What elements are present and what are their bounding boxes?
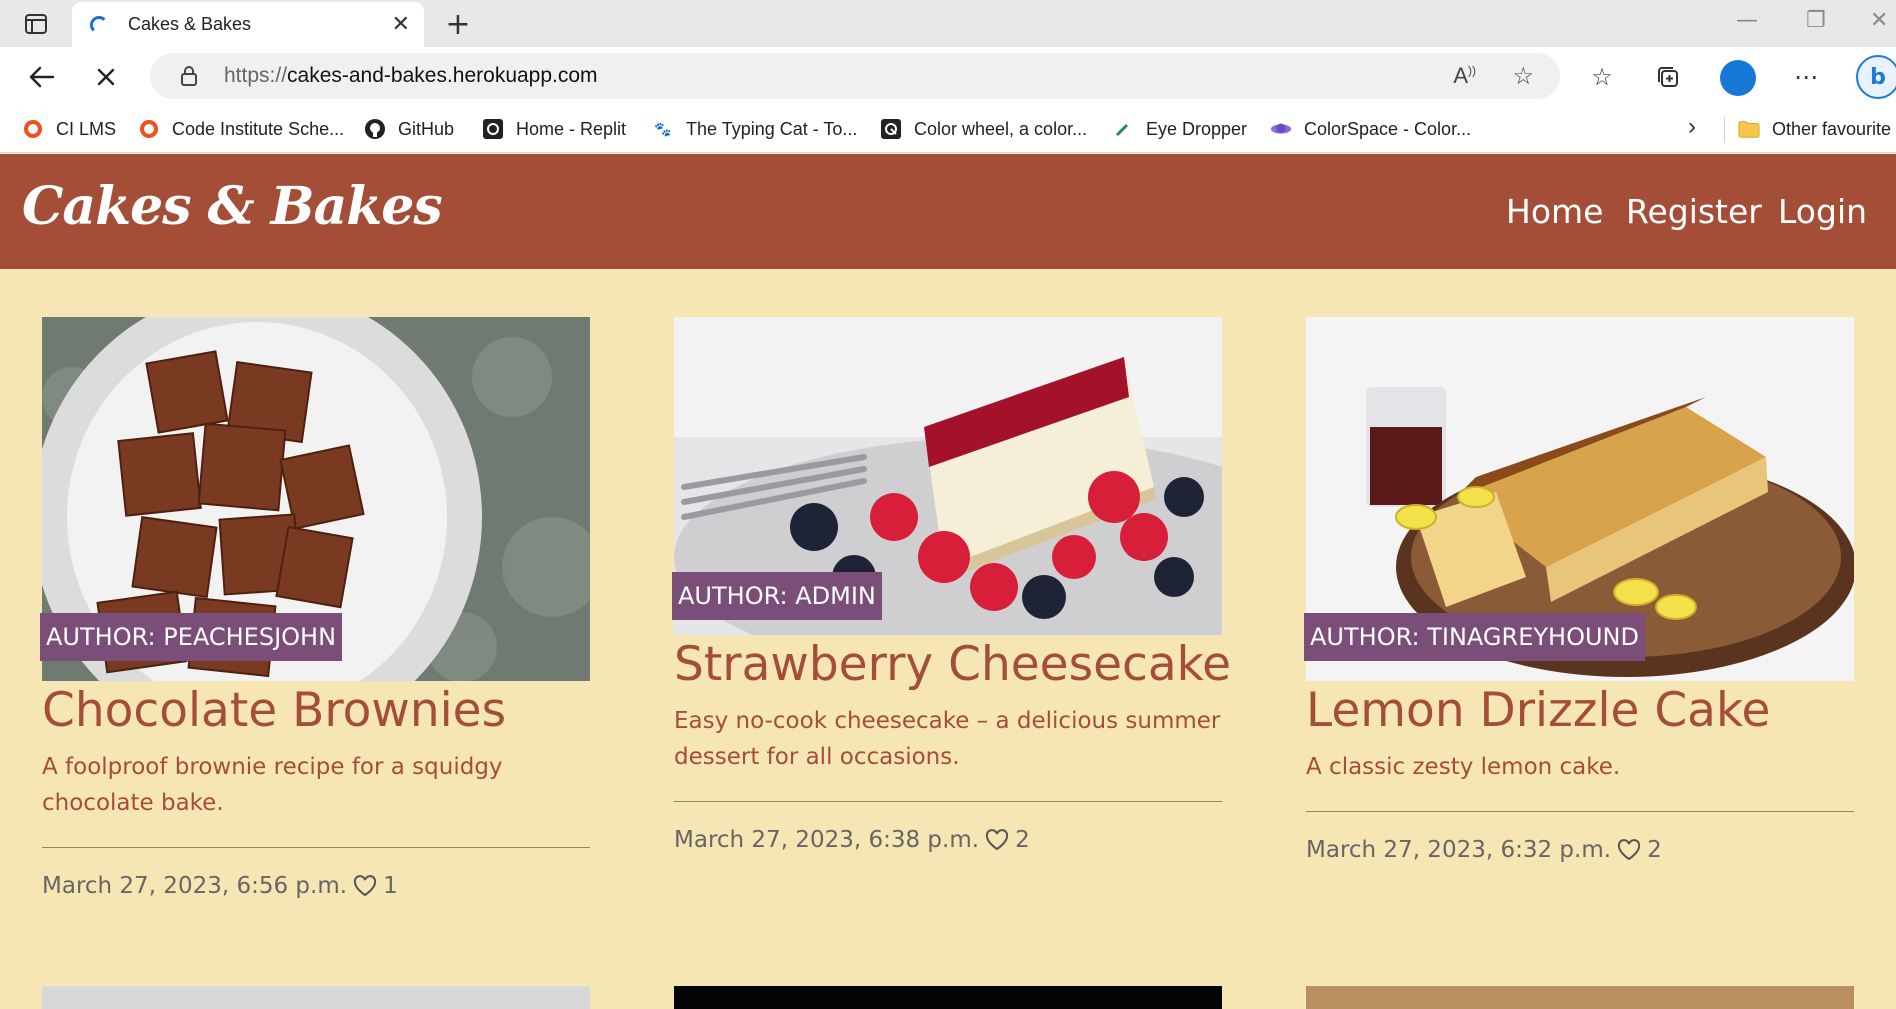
tab-actions-icon[interactable] [10,6,62,42]
folder-icon [1738,118,1760,140]
bookmark-item[interactable]: 🐾 The Typing Cat - To... [652,115,857,143]
replit-icon [482,118,504,140]
nav-link-login[interactable]: Login [1778,192,1867,231]
restore-icon[interactable]: ❐ [1806,8,1826,33]
bookmark-item[interactable]: Home - Replit [482,115,626,143]
tab-title: Cakes & Bakes [128,14,252,34]
minimize-icon[interactable]: — [1736,8,1758,33]
bookmark-item[interactable]: Eye Dropper [1112,115,1247,143]
bookmark-item[interactable]: Code Institute Sche... [138,115,344,143]
bookmarks-bar: CI LMS Code Institute Sche... GitHub Hom… [0,105,1896,153]
post-meta: March 27, 2023, 6:38 p.m. 2 [674,827,1030,853]
github-icon [364,118,386,140]
post-author-badge: AUTHOR: PEACHESJOHN [40,613,343,661]
paw-icon: 🐾 [654,120,672,137]
like-count: 1 [383,873,398,899]
profile-avatar[interactable] [1720,60,1756,96]
ring-icon [22,118,44,140]
card-divider [1306,811,1854,812]
bookmark-item[interactable]: CI LMS [22,115,116,143]
post-excerpt: A foolproof brownie recipe for a squidgy… [42,754,503,816]
post-image-next-row[interactable] [42,986,590,1009]
like-count: 2 [1015,827,1030,853]
lock-icon[interactable] [178,65,200,87]
heart-icon [1617,839,1641,861]
post-author-badge: AUTHOR: ADMIN [672,572,882,620]
heart-icon [353,875,377,897]
back-arrow-icon[interactable] [22,57,62,97]
url-protocol: https:// [224,64,288,87]
post-date: March 27, 2023, 6:32 p.m. [1306,837,1612,863]
post-meta: March 27, 2023, 6:56 p.m. 1 [42,873,398,899]
post-title[interactable]: Lemon Drizzle Cake [1306,683,1770,738]
collections-icon[interactable] [1650,59,1686,95]
bookmark-item[interactable]: GitHub [364,115,454,143]
post-title[interactable]: Chocolate Brownies [42,683,506,738]
bookmarks-overflow-chevron-icon[interactable]: › [1688,113,1696,141]
like-count: 2 [1647,837,1662,863]
ring-icon [138,118,160,140]
stop-loading-icon[interactable] [86,57,126,97]
favourites-icon[interactable]: ☆ [1584,59,1620,95]
nav-link-register[interactable]: Register [1626,192,1762,231]
color-wheel-icon [880,118,902,140]
card-divider [674,801,1222,802]
browser-tab-active[interactable]: Cakes & Bakes ✕ [72,2,424,47]
site-brand[interactable]: Cakes & Bakes [22,176,443,237]
add-favourite-icon[interactable]: ☆ [1512,62,1534,91]
heart-icon [985,829,1009,851]
post-date: March 27, 2023, 6:56 p.m. [42,873,348,899]
window-close-icon[interactable]: ✕ [1870,8,1888,33]
eyedropper-icon [1112,118,1134,140]
post-image-next-row[interactable] [674,986,1222,1009]
url-host: cakes-and-bakes.herokuapp.com [287,64,598,87]
tab-close-icon[interactable]: ✕ [392,12,410,37]
card-divider [42,847,590,848]
post-excerpt: Easy no-cook cheesecake – a delicious su… [674,708,1221,770]
address-bar-row: https://cakes-and-bakes.herokuapp.com A)… [0,47,1896,105]
post-meta: March 27, 2023, 6:32 p.m. 2 [1306,837,1662,863]
url-field[interactable]: https://cakes-and-bakes.herokuapp.com A)… [150,53,1560,99]
colorspace-icon [1270,118,1292,140]
read-aloud-icon[interactable]: A)) [1453,63,1476,89]
browser-tab-bar: Cakes & Bakes ✕ + — ❐ ✕ [0,0,1896,47]
bing-chat-icon[interactable]: b [1856,55,1896,99]
post-image-next-row[interactable] [1306,986,1854,1009]
post-date: March 27, 2023, 6:38 p.m. [674,827,980,853]
new-tab-button[interactable]: + [440,6,476,42]
post-title[interactable]: Strawberry Cheesecake [674,637,1231,692]
post-author-badge: AUTHOR: TINAGREYHOUND [1304,613,1645,661]
more-options-icon[interactable]: ⋯ [1788,59,1824,95]
other-favourites-folder[interactable]: Other favourite [1738,115,1891,143]
post-excerpt: A classic zesty lemon cake. [1306,754,1621,780]
bookmarks-divider [1724,117,1725,143]
bookmark-item[interactable]: ColorSpace - Color... [1270,115,1471,143]
bookmark-item[interactable]: Color wheel, a color... [880,115,1087,143]
loading-spinner-icon [90,15,108,34]
nav-link-home[interactable]: Home [1506,192,1603,231]
site-navbar: Cakes & Bakes Home Register Login [0,154,1896,269]
